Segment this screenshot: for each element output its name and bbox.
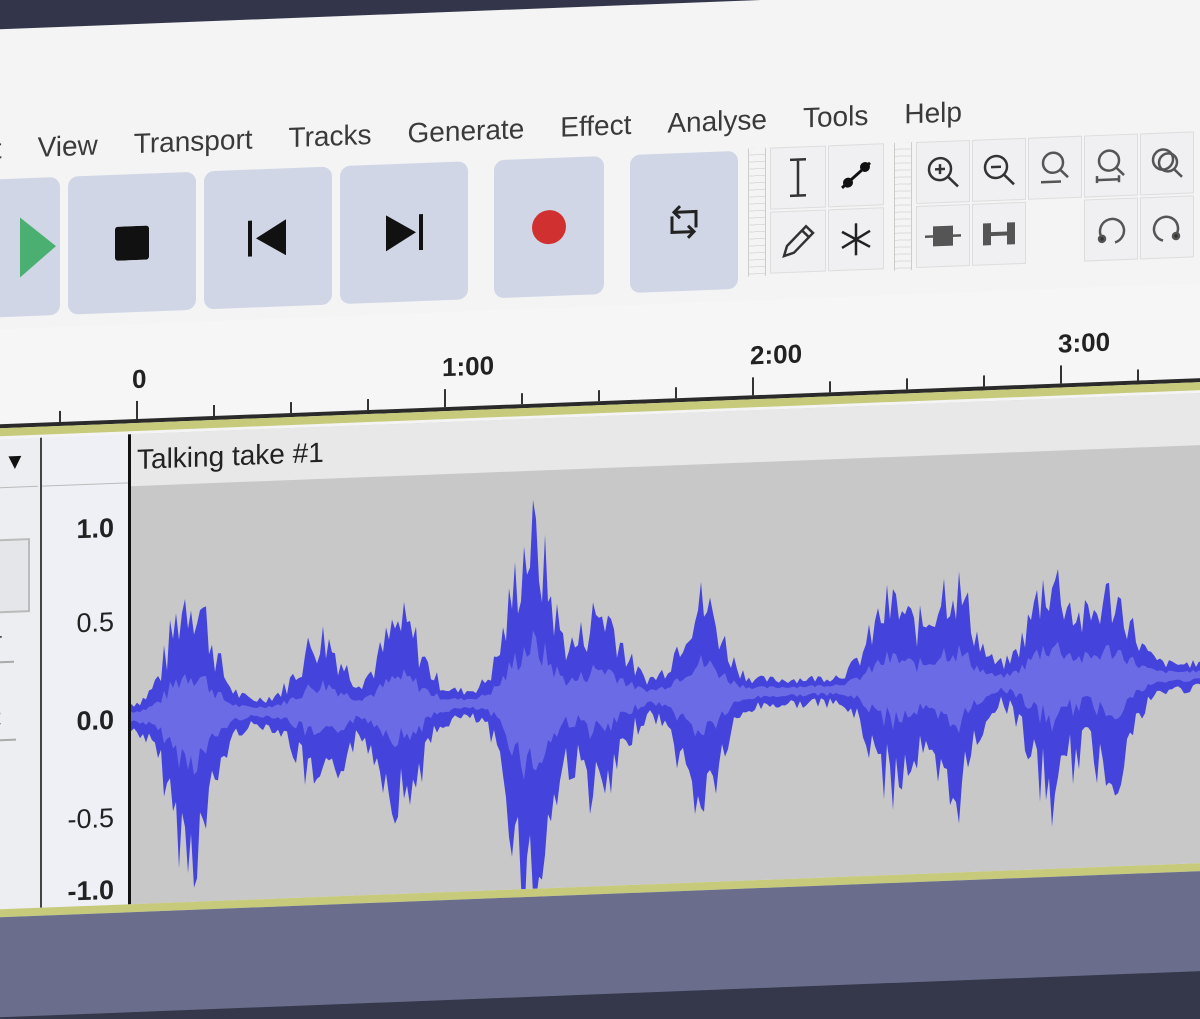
timeline-tick bbox=[59, 411, 61, 422]
amplitude-label: 0.0 bbox=[76, 705, 114, 737]
audio-clip[interactable]: Talking take #1 bbox=[131, 392, 1200, 905]
silence-icon bbox=[981, 218, 1017, 249]
timeline-tick bbox=[983, 375, 985, 386]
loop-button[interactable] bbox=[630, 151, 738, 293]
undo-icon bbox=[1093, 211, 1129, 248]
waveform[interactable] bbox=[131, 444, 1200, 905]
timeline-tick bbox=[290, 402, 292, 413]
skip-start-icon bbox=[248, 219, 288, 257]
timeline-tick bbox=[367, 399, 369, 410]
menu-effect[interactable]: Effect bbox=[560, 109, 631, 144]
record-button[interactable] bbox=[494, 156, 604, 298]
pan-slider-label: R bbox=[0, 704, 2, 731]
menu-tracks[interactable]: Tracks bbox=[289, 119, 372, 154]
timeline-label: 0 bbox=[132, 364, 146, 396]
timeline-tick bbox=[1137, 369, 1139, 380]
menu-select[interactable]: lect bbox=[0, 133, 2, 167]
tools-toolbar bbox=[748, 131, 1194, 276]
redo-icon bbox=[1149, 209, 1185, 246]
clip-name: Talking take #1 bbox=[137, 437, 324, 476]
timeline-tick bbox=[829, 381, 831, 392]
track-control-panel: ▼ + R bbox=[0, 438, 42, 910]
trim-icon bbox=[925, 220, 961, 251]
timeline-tick bbox=[675, 387, 677, 398]
fit-project-button[interactable] bbox=[1084, 134, 1138, 198]
pan-slider[interactable] bbox=[0, 739, 16, 742]
multi-tool-button[interactable] bbox=[828, 207, 884, 271]
fit-selection-icon bbox=[1037, 149, 1073, 186]
mute-button[interactable] bbox=[0, 538, 30, 615]
timeline-tick bbox=[1060, 365, 1062, 383]
zoom-out-icon bbox=[981, 151, 1017, 188]
timeline-label: 1:00 bbox=[442, 350, 494, 383]
menu-generate[interactable]: Generate bbox=[408, 113, 525, 149]
menu-help[interactable]: Help bbox=[904, 96, 962, 130]
empty-tool-slot bbox=[1028, 200, 1082, 264]
asterisk-icon bbox=[838, 221, 874, 258]
timeline-tick bbox=[444, 389, 446, 407]
zoom-in-icon bbox=[925, 153, 961, 190]
undo-button[interactable] bbox=[1084, 198, 1138, 262]
zoom-toggle-icon bbox=[1149, 145, 1185, 182]
stop-button[interactable] bbox=[68, 172, 196, 315]
timeline-label: 2:00 bbox=[750, 338, 802, 371]
draw-tool-button[interactable] bbox=[770, 209, 826, 273]
zoom-out-button[interactable] bbox=[972, 138, 1026, 202]
audacity-window: lect View Transport Tracks Generate Effe… bbox=[0, 0, 1200, 930]
menu-tools[interactable]: Tools bbox=[803, 100, 868, 135]
skip-to-end-button[interactable] bbox=[340, 161, 468, 304]
track-menu-arrow[interactable]: ▼ bbox=[4, 448, 26, 475]
zoom-in-button[interactable] bbox=[916, 140, 970, 204]
toolbar-grip[interactable] bbox=[748, 148, 766, 277]
play-button[interactable] bbox=[0, 177, 60, 319]
record-icon bbox=[531, 208, 567, 245]
trim-audio-button[interactable] bbox=[916, 204, 970, 268]
envelope-icon bbox=[836, 155, 876, 197]
timeline-tick bbox=[521, 393, 523, 404]
play-icon bbox=[20, 216, 60, 278]
silence-audio-button[interactable] bbox=[972, 202, 1026, 266]
amplitude-label: 0.5 bbox=[76, 607, 114, 639]
transport-toolbar bbox=[0, 151, 738, 325]
gain-slider[interactable] bbox=[0, 661, 14, 664]
skip-to-start-button[interactable] bbox=[204, 166, 332, 309]
skip-end-icon bbox=[384, 214, 424, 252]
timeline-tick bbox=[136, 401, 138, 419]
menu-transport[interactable]: Transport bbox=[134, 124, 253, 161]
fit-selection-button[interactable] bbox=[1028, 136, 1082, 200]
timeline-tick bbox=[598, 390, 600, 401]
toolbar-grip[interactable] bbox=[894, 142, 912, 271]
selection-tool-button[interactable] bbox=[770, 145, 826, 209]
i-beam-icon bbox=[788, 157, 808, 198]
loop-icon bbox=[666, 201, 702, 242]
pencil-icon bbox=[778, 221, 818, 263]
envelope-tool-button[interactable] bbox=[828, 143, 884, 207]
amplitude-label: -1.0 bbox=[67, 875, 114, 908]
timeline-tick bbox=[752, 377, 754, 395]
gain-slider-label: + bbox=[0, 624, 3, 650]
timeline-label: 3:00 bbox=[1058, 327, 1110, 360]
timeline-tick bbox=[906, 378, 908, 389]
stop-icon bbox=[115, 226, 149, 261]
amplitude-label: -0.5 bbox=[67, 803, 114, 836]
menu-view[interactable]: View bbox=[38, 129, 98, 163]
amplitude-label: 1.0 bbox=[76, 513, 114, 545]
amplitude-ruler: 1.0 0.5 0.0 -0.5 -1.0 bbox=[42, 434, 131, 907]
fit-project-icon bbox=[1093, 147, 1129, 184]
timeline-tick bbox=[213, 405, 215, 416]
menu-analyse[interactable]: Analyse bbox=[667, 104, 767, 140]
redo-button[interactable] bbox=[1140, 195, 1194, 259]
zoom-toggle-button[interactable] bbox=[1140, 131, 1194, 195]
